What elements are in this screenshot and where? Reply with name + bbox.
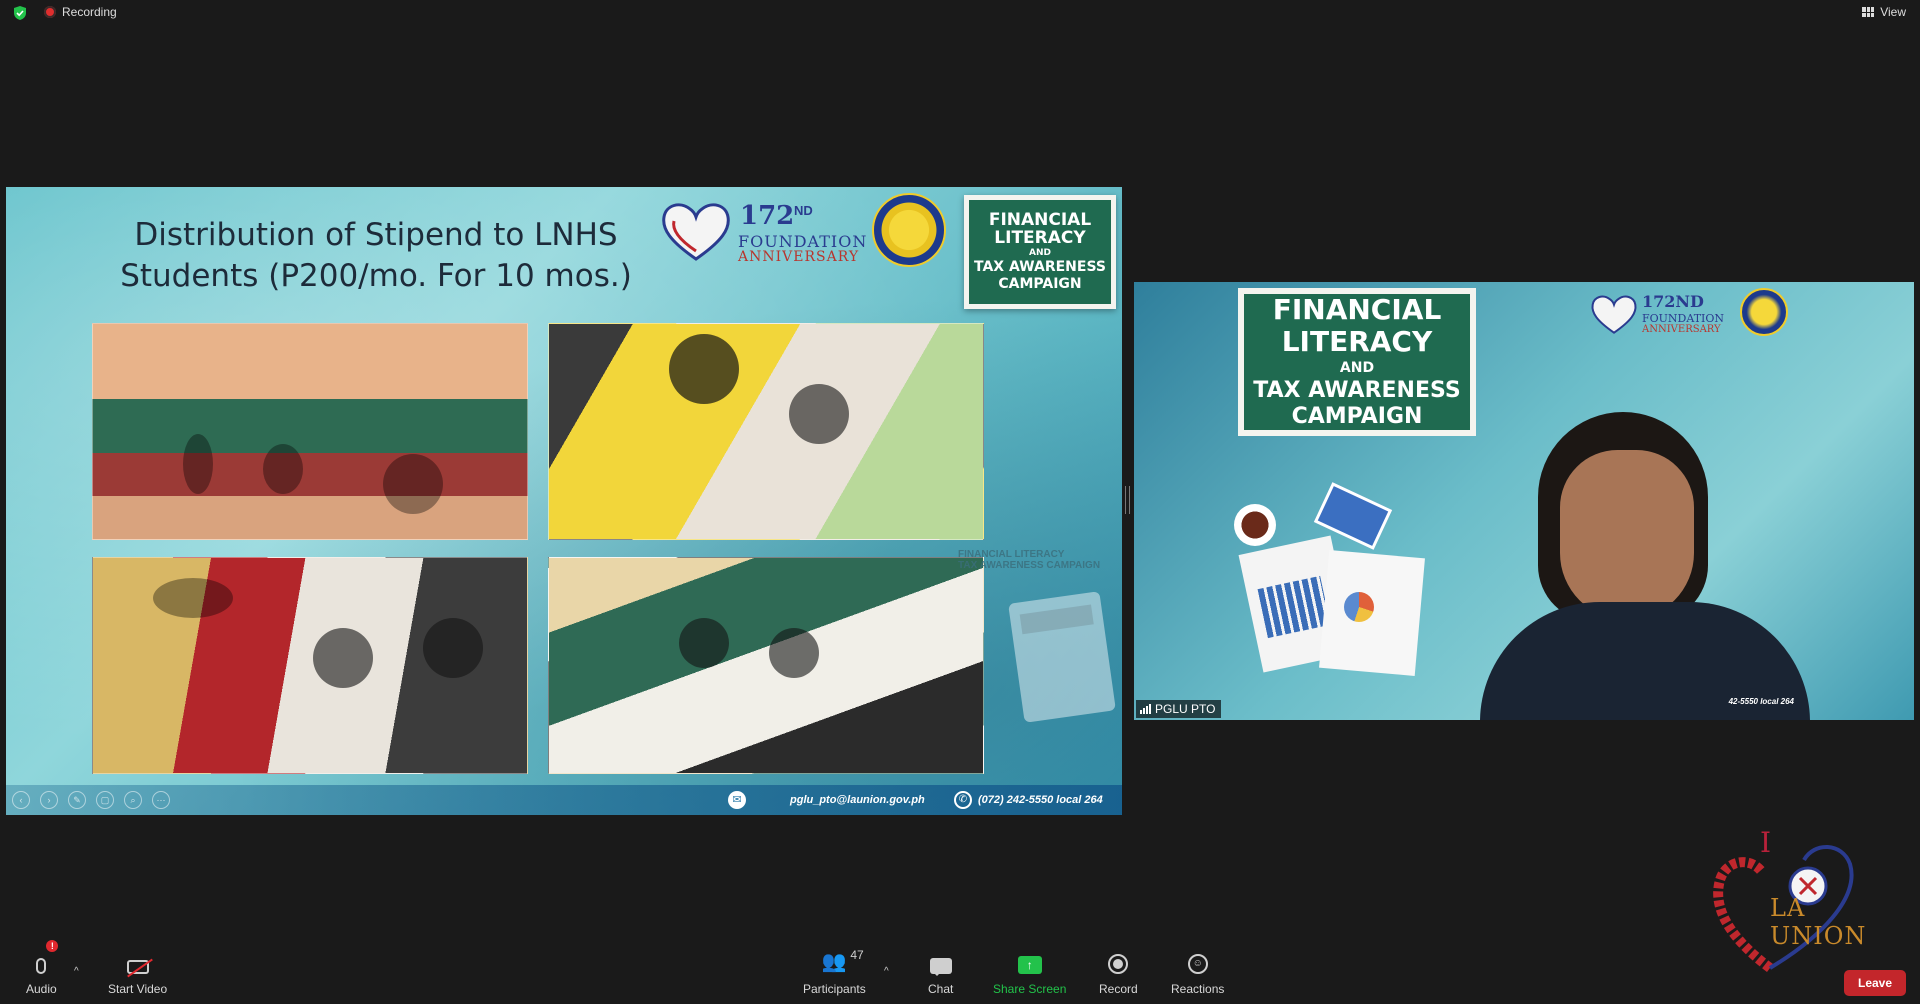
- classroom-photo-1: [92, 323, 528, 540]
- view-button[interactable]: View: [1862, 5, 1906, 19]
- audio-options-caret-icon[interactable]: ^: [74, 966, 79, 977]
- video-footer-text: 42-5550 local 264: [1728, 697, 1794, 706]
- participant-name: PGLU PTO: [1155, 702, 1216, 716]
- more-icon[interactable]: ⋯: [152, 791, 170, 809]
- share-screen-label: Share Screen: [993, 982, 1067, 996]
- anniversary-logo: 172 ND FOUNDATION ANNIVERSARY: [660, 199, 870, 265]
- classroom-photo-4: [548, 557, 984, 774]
- watermark-i: I: [1760, 826, 1772, 859]
- campaign-board: FINANCIAL LITERACY AND TAX AWARENESS CAM…: [964, 195, 1116, 309]
- chat-icon: [929, 958, 952, 976]
- participants-label: Participants: [803, 982, 866, 996]
- reactions-icon: ☺: [1187, 954, 1208, 974]
- recording-indicator[interactable]: Recording: [44, 5, 117, 19]
- slide-decoration-text: FINANCIAL LITERACY TAX AWARENESS CAMPAIG…: [958, 549, 1100, 571]
- video-anniversary-number: 172ND: [1642, 292, 1704, 311]
- contact-email: pglu_pto@launion.gov.ph: [790, 794, 925, 806]
- chat-button[interactable]: Chat: [928, 946, 953, 996]
- classroom-photo-2: [548, 323, 984, 540]
- calculator-illustration: [1008, 591, 1116, 723]
- slide-title: Distribution of Stipend to LNHS Students…: [86, 215, 666, 297]
- next-icon[interactable]: ›: [40, 791, 58, 809]
- video-anniversary-line2: ANNIVERSARY: [1642, 324, 1721, 335]
- share-screen-button[interactable]: ↑ Share Screen: [993, 946, 1066, 996]
- phone-icon: ✆: [954, 791, 972, 809]
- view-label: View: [1880, 5, 1906, 19]
- school-seal-logo: [872, 193, 946, 267]
- chat-label: Chat: [928, 982, 954, 996]
- top-bar: Recording View: [0, 0, 1920, 26]
- audio-button[interactable]: ! Audio: [26, 940, 59, 996]
- pie-chart-illustration: [1344, 592, 1374, 622]
- deco-text-2: TAX AWARENESS CAMPAIGN: [958, 560, 1101, 571]
- slide-nav-controls: ‹ › ✎ ▢ ⌕ ⋯: [12, 791, 170, 809]
- audio-label: Audio: [26, 982, 57, 996]
- shared-screen[interactable]: Distribution of Stipend to LNHS Students…: [6, 187, 1122, 815]
- slide-footer: ‹ › ✎ ▢ ⌕ ⋯ ✉ pglu_pto@launion.gov.ph ✆ …: [6, 785, 1122, 815]
- board-line3: AND: [1029, 248, 1051, 258]
- prev-icon[interactable]: ‹: [12, 791, 30, 809]
- meeting-toolbar: ! Audio ^ Start Video 👥 47 Participants …: [0, 940, 1920, 1004]
- watermark-place: LA UNION: [1770, 894, 1867, 950]
- participants-icon: 👥: [821, 951, 847, 973]
- coffee-cup-illustration: [1234, 504, 1276, 546]
- record-label: Record: [1099, 982, 1138, 996]
- slide-title-line1: Distribution of Stipend to LNHS: [134, 217, 618, 253]
- vboard-line2: LITERACY: [1281, 325, 1433, 358]
- la-union-heart-logo: [1591, 295, 1637, 334]
- contact-phone: (072) 242-5550 local 264: [978, 794, 1103, 806]
- board-line2: LITERACY: [994, 228, 1086, 248]
- reactions-button[interactable]: ☺ Reactions: [1171, 946, 1224, 996]
- vboard-line3: AND: [1339, 360, 1375, 376]
- start-video-label: Start Video: [108, 982, 168, 996]
- anniversary-number: 172: [740, 201, 795, 231]
- deco-text-1: FINANCIAL LITERACY: [958, 549, 1065, 560]
- signal-strength-icon: [1140, 704, 1151, 714]
- microphone-icon: [36, 958, 47, 974]
- participants-count: 47: [850, 948, 864, 962]
- participant-video-tile[interactable]: FINANCIAL LITERACY AND TAX AWARENESS CAM…: [1134, 282, 1914, 720]
- vboard-line4: TAX AWARENESS: [1253, 378, 1461, 403]
- anniversary-suffix: ND: [794, 203, 813, 218]
- zoom-meeting-window: Recording View Distribution of Stipend t…: [0, 0, 1920, 1004]
- video-seal-logo: [1740, 288, 1788, 336]
- vboard-line1: FINANCIAL: [1272, 293, 1442, 326]
- board-line1: FINANCIAL: [988, 210, 1092, 230]
- leave-button[interactable]: Leave: [1844, 970, 1906, 996]
- record-icon: [1108, 954, 1129, 974]
- vboard-line5: CAMPAIGN: [1291, 404, 1423, 429]
- classroom-photo-3: [92, 557, 528, 774]
- video-off-icon: [126, 958, 153, 978]
- start-video-button[interactable]: Start Video: [108, 946, 167, 996]
- anniversary-line2: ANNIVERSARY: [738, 249, 860, 265]
- participants-button[interactable]: 👥 47 Participants: [803, 946, 866, 996]
- screen-icon[interactable]: ▢: [96, 791, 114, 809]
- shield-check-icon[interactable]: [12, 5, 28, 21]
- record-button[interactable]: Record: [1099, 946, 1138, 996]
- video-campaign-board: FINANCIAL LITERACY AND TAX AWARENESS CAM…: [1238, 288, 1476, 436]
- zoom-icon[interactable]: ⌕: [124, 791, 142, 809]
- mail-icon: ✉: [728, 791, 746, 809]
- participant-name-tag: PGLU PTO: [1136, 700, 1222, 718]
- la-union-heart-logo: [662, 203, 730, 261]
- audio-warning-badge: !: [46, 940, 59, 952]
- pen-icon[interactable]: ✎: [68, 791, 86, 809]
- participants-options-caret-icon[interactable]: ^: [884, 966, 889, 977]
- slide-title-line2: Students (P200/mo. For 10 mos.): [120, 258, 632, 294]
- participant-person: [1480, 412, 1810, 720]
- board-line4: TAX AWARENESS: [974, 259, 1106, 275]
- recording-dot-icon: [44, 6, 56, 18]
- split-divider-handle[interactable]: [1125, 486, 1130, 514]
- recording-label: Recording: [62, 5, 117, 19]
- reactions-label: Reactions: [1171, 982, 1225, 996]
- grid-view-icon: [1862, 7, 1875, 17]
- share-screen-icon: ↑: [1017, 956, 1042, 974]
- board-line5: CAMPAIGN: [998, 276, 1082, 292]
